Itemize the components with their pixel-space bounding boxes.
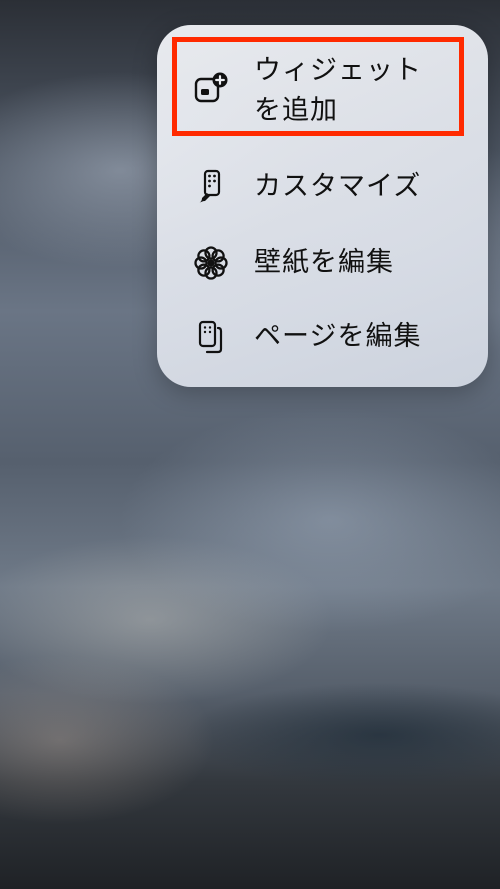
- edit-wallpaper-label: 壁紙を編集: [254, 247, 394, 278]
- menu-item-edit-pages[interactable]: ページを編集: [157, 305, 488, 369]
- customize-brush-icon: [193, 169, 229, 205]
- edit-pages-icon: [193, 319, 229, 355]
- menu-item-customize[interactable]: カスタマイズ: [157, 155, 488, 219]
- highlight-box: [172, 37, 464, 136]
- edit-pages-label: ページを編集: [254, 321, 422, 352]
- flower-icon: [193, 245, 229, 281]
- customize-label: カスタマイズ: [254, 171, 422, 202]
- menu-item-edit-wallpaper[interactable]: 壁紙を編集: [157, 231, 488, 295]
